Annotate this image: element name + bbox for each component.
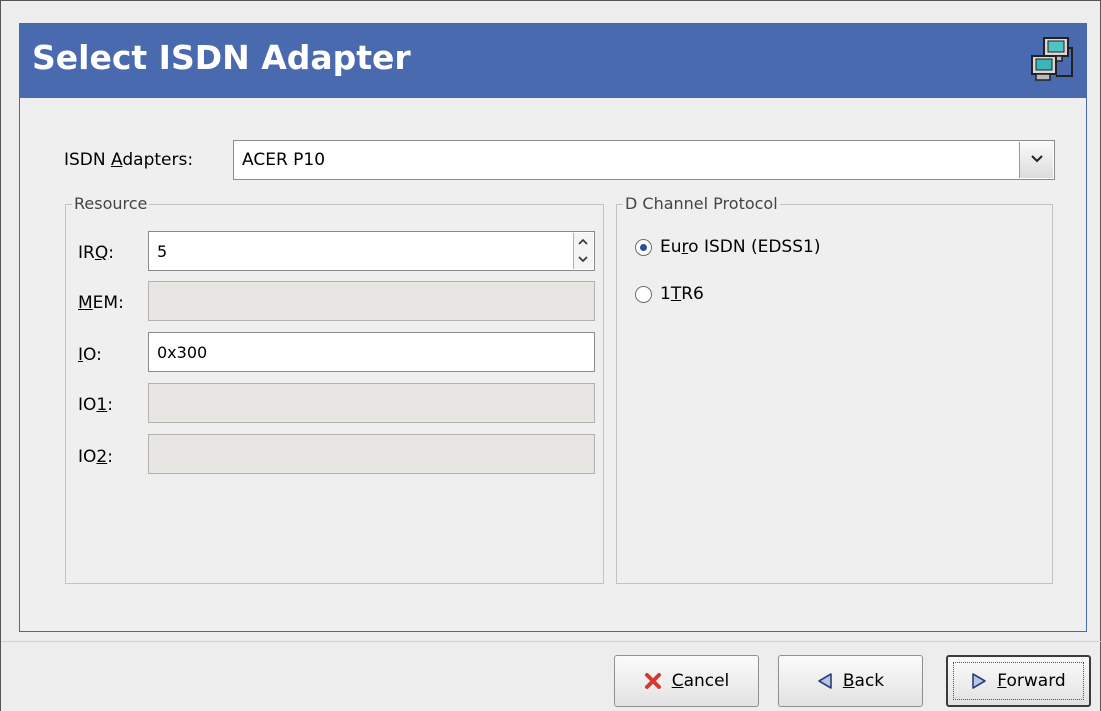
header-banner: Select ISDN Adapter	[20, 24, 1086, 98]
radio-indicator	[635, 286, 652, 303]
forward-button[interactable]: Forward	[946, 655, 1091, 707]
radio-indicator-checked	[635, 239, 652, 256]
back-button[interactable]: Back	[778, 655, 923, 707]
io-value: 0x300	[157, 343, 208, 362]
chevron-down-icon	[578, 256, 588, 263]
forward-label: Forward	[997, 671, 1066, 691]
cancel-label: Cancel	[671, 671, 730, 691]
cancel-button[interactable]: Cancel	[614, 655, 759, 707]
radio-euro-isdn-label: Euro ISDN (EDSS1)	[660, 237, 821, 257]
irq-spin-arrows	[573, 233, 593, 269]
back-label: Back	[842, 671, 885, 691]
adapter-value: ACER P10	[242, 150, 326, 170]
io-label: IO:	[78, 345, 102, 365]
io1-label: IO1:	[78, 395, 113, 415]
resource-frame-title: Resource	[72, 194, 150, 213]
arrow-right-icon	[972, 673, 987, 689]
adapter-label: ISDN Adapters:	[64, 150, 194, 170]
radio-1tr6[interactable]: 1TR6	[635, 282, 835, 308]
io-field[interactable]: 0x300	[148, 332, 595, 372]
network-computers-icon	[1030, 36, 1074, 84]
page-title: Select ISDN Adapter	[32, 38, 411, 77]
radio-1tr6-label: 1TR6	[660, 284, 704, 304]
mem-label: MEM:	[78, 293, 124, 313]
chevron-up-icon	[578, 238, 588, 245]
irq-value: 5	[157, 242, 168, 261]
io2-label: IO2:	[78, 447, 113, 467]
adapter-combobox[interactable]: ACER P10	[233, 140, 1055, 180]
io1-field	[148, 383, 595, 423]
io2-field	[148, 434, 595, 474]
resource-frame: Resource IRQ: 5 MEM: IO: 0x300 IO1: IO2:	[65, 194, 604, 584]
radio-euro-isdn[interactable]: Euro ISDN (EDSS1)	[635, 235, 915, 261]
protocol-frame-title: D Channel Protocol	[623, 194, 780, 213]
spin-up-button[interactable]	[574, 233, 593, 251]
mem-field	[148, 281, 595, 321]
content-area: Select ISDN Adapter ISDN Adapters: ACER …	[19, 23, 1087, 632]
irq-label: IRQ:	[78, 243, 114, 263]
spin-down-button[interactable]	[574, 251, 593, 269]
protocol-frame: D Channel Protocol Euro ISDN (EDSS1) 1TR…	[616, 194, 1053, 584]
combo-dropdown-button[interactable]	[1019, 142, 1053, 178]
button-bar-separator	[1, 641, 1101, 642]
cancel-x-icon	[644, 673, 661, 689]
chevron-down-icon	[1031, 155, 1043, 163]
dialog-window: Select ISDN Adapter ISDN Adapters: ACER …	[0, 0, 1101, 711]
arrow-left-icon	[818, 673, 832, 689]
irq-spinbutton[interactable]: 5	[148, 231, 595, 271]
